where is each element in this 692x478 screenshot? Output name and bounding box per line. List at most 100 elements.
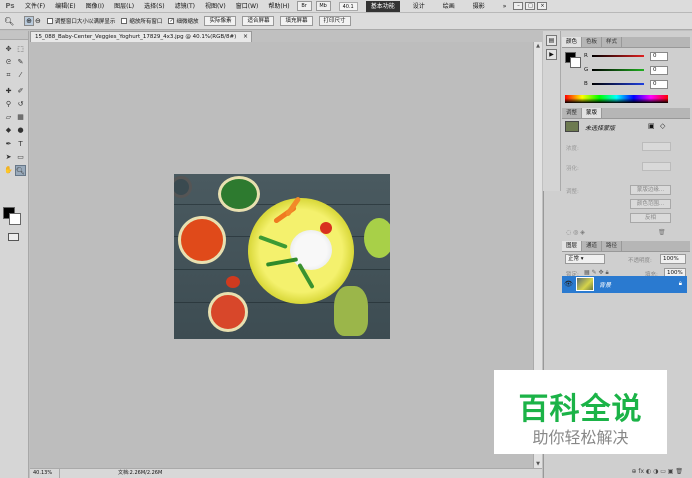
quick-mask-icon[interactable] (8, 233, 19, 241)
watermark-title: 百科全说 (518, 392, 643, 427)
history-brush-tool-icon[interactable]: ↺ (15, 99, 26, 110)
document-tab[interactable]: 15_088_Baby-Center_Veggies_Yoghurt_17829… (30, 31, 252, 42)
color-panel-background[interactable] (570, 57, 581, 68)
photoshop-logo: Ps (5, 2, 15, 10)
healing-brush-tool-icon[interactable]: ✚ (3, 86, 14, 97)
menu-image[interactable]: 图像(I) (81, 0, 109, 13)
blue-track[interactable] (592, 83, 644, 85)
resize-windows-checkbox[interactable]: 调整窗口大小以满屏显示 (46, 17, 115, 25)
tab-channels[interactable]: 通道 (582, 241, 603, 251)
shape-tool-icon[interactable]: ▭ (15, 152, 26, 163)
fit-screen-button[interactable]: 适合屏幕 (242, 16, 275, 26)
menu-help[interactable]: 帮助(H) (263, 0, 294, 13)
zoom-tool-icon[interactable]: 🔍︎ (15, 165, 26, 176)
menu-select[interactable]: 选择(S) (139, 0, 170, 13)
tab-styles[interactable]: 样式 (602, 37, 623, 47)
print-size-button[interactable]: 打印尺寸 (318, 16, 351, 26)
background-color-swatch[interactable] (9, 213, 21, 225)
delete-mask-icon[interactable]: 🗑 (658, 229, 666, 236)
pixel-mask-icon[interactable]: ▣ (648, 122, 655, 130)
invert-button[interactable]: 反相 (630, 213, 671, 223)
menu-edit[interactable]: 编辑(E) (50, 0, 80, 13)
zoom-level-select[interactable]: 40.1 (338, 1, 358, 11)
workspace-more[interactable]: » (498, 1, 512, 12)
mask-footer-icons[interactable]: ◌ ◎ ◈ (566, 229, 585, 236)
mini-bridge-button[interactable]: Mb (315, 1, 331, 11)
panel-grip[interactable] (0, 31, 28, 40)
layer-name[interactable]: 背景 (599, 280, 611, 289)
quick-select-tool-icon[interactable]: ✎ (15, 57, 26, 68)
workspace-essentials[interactable]: 基本功能 (365, 0, 400, 12)
bridge-button[interactable]: Br (296, 1, 312, 11)
lasso-tool-icon[interactable]: ᘓ (3, 57, 14, 68)
zoom-all-checkbox[interactable]: 缩放所有窗口 (121, 17, 162, 25)
dodge-tool-icon[interactable]: ● (15, 125, 26, 136)
scrubby-zoom-checkbox[interactable]: ✓ 细微缩放 (168, 17, 198, 25)
actions-panel-icon[interactable]: ▶ (546, 49, 557, 60)
blue-slider[interactable]: B 0 (584, 79, 668, 89)
scroll-down-icon[interactable]: ▼ (534, 460, 542, 468)
workspace-design[interactable]: 设计 (408, 1, 430, 12)
color-spectrum-bar[interactable] (565, 95, 668, 103)
opacity-field[interactable]: 100% (660, 254, 686, 264)
tab-layers[interactable]: 图层 (562, 241, 583, 251)
actual-pixels-button[interactable]: 实际像素 (204, 16, 237, 26)
green-value-field[interactable]: 0 (650, 65, 668, 75)
close-tab-icon[interactable]: × (243, 32, 248, 42)
density-field[interactable] (642, 142, 671, 151)
layer-row-background[interactable]: 👁︎ 背景 🔒︎ (562, 276, 687, 293)
scroll-up-icon[interactable]: ▲ (534, 42, 542, 50)
eyedropper-tool-icon[interactable]: ⁄ (15, 70, 26, 81)
blend-mode-select[interactable]: 正常 ▾ (565, 254, 605, 264)
type-tool-icon[interactable]: T (15, 139, 26, 150)
history-panel-icon[interactable]: ▤ (546, 35, 557, 46)
tab-paths[interactable]: 路径 (602, 241, 623, 251)
gradient-tool-icon[interactable]: ▦ (15, 112, 26, 123)
green-slider[interactable]: G 0 (584, 65, 668, 75)
clone-stamp-tool-icon[interactable]: ⚲ (3, 99, 14, 110)
hand-tool-icon[interactable]: ✋ (3, 165, 14, 176)
menu-layer[interactable]: 图层(L) (109, 0, 139, 13)
mask-edge-button[interactable]: 蒙版边缘... (630, 185, 671, 195)
red-value-field[interactable]: 0 (650, 51, 668, 61)
blue-value-field[interactable]: 0 (650, 79, 668, 89)
zoom-tool-icon[interactable]: 🔍︎ (4, 17, 14, 26)
layer-actions-icons[interactable]: ⊕ fx ◐ ◑ ▭ ▣ 🗑 (631, 468, 683, 478)
vector-mask-icon[interactable]: ◇ (660, 122, 665, 130)
pen-tool-icon[interactable]: ✒ (3, 139, 14, 150)
move-tool-icon[interactable]: ✥ (3, 44, 14, 55)
tab-adjustments[interactable]: 调整 (562, 108, 583, 118)
menu-window[interactable]: 窗口(W) (231, 0, 264, 13)
green-track[interactable] (592, 69, 644, 71)
fill-screen-button[interactable]: 填充屏幕 (280, 16, 313, 26)
restore-icon[interactable]: □ (525, 2, 536, 10)
tab-color[interactable]: 颜色 (562, 37, 583, 47)
zoom-readout[interactable]: 40.13% (30, 469, 60, 478)
tab-masks[interactable]: 蒙版 (582, 108, 603, 118)
path-select-tool-icon[interactable]: ➤ (3, 152, 14, 163)
layer-thumbnail (576, 277, 594, 291)
close-icon[interactable]: × (537, 2, 548, 10)
menu-filter[interactable]: 滤镜(T) (170, 0, 200, 13)
minimize-icon[interactable]: – (513, 2, 524, 10)
red-track[interactable] (592, 55, 644, 57)
tab-swatches[interactable]: 色板 (582, 37, 603, 47)
color-range-button[interactable]: 颜色范围... (630, 199, 671, 209)
options-bar: 🔍︎ ⊕ ⊖ 调整窗口大小以满屏显示 缩放所有窗口 ✓ 细微缩放 实际像素 适合屏… (0, 13, 692, 30)
brush-tool-icon[interactable]: ✐ (15, 86, 26, 97)
eye-icon[interactable]: 👁︎ (564, 280, 573, 288)
tomato (320, 222, 332, 234)
feather-field[interactable] (642, 162, 671, 171)
marquee-tool-icon[interactable]: ⬚ (15, 44, 26, 55)
workspace-photography[interactable]: 摄影 (468, 1, 490, 12)
workspace-painting[interactable]: 绘画 (438, 1, 460, 12)
zoom-in-icon[interactable]: ⊕ (24, 16, 35, 26)
red-slider[interactable]: R 0 (584, 51, 668, 61)
blur-tool-icon[interactable]: ◆ (3, 125, 14, 136)
menu-file[interactable]: 文件(F) (20, 0, 50, 13)
menu-view[interactable]: 视图(V) (200, 0, 231, 13)
zoom-out-icon[interactable]: ⊖ (35, 17, 41, 25)
eraser-tool-icon[interactable]: ▱ (3, 112, 14, 123)
crop-tool-icon[interactable]: ⌗ (3, 70, 14, 81)
document-image[interactable] (174, 174, 390, 339)
